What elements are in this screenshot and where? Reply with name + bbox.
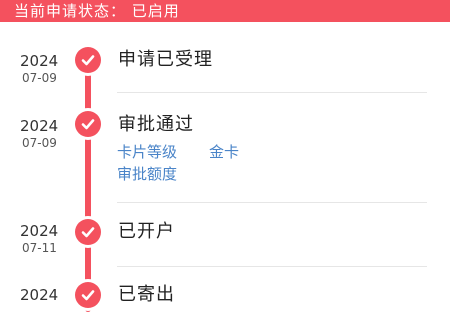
event-title: 已开户 bbox=[118, 221, 175, 242]
timeline-line bbox=[85, 62, 91, 312]
check-circle-icon bbox=[75, 111, 101, 137]
event-year: 2024 bbox=[20, 222, 59, 240]
check-circle-icon bbox=[75, 47, 101, 73]
card-level-value: 金卡 bbox=[209, 143, 240, 161]
divider bbox=[117, 202, 427, 203]
event-title: 已寄出 bbox=[118, 284, 175, 305]
application-status-bar: 当前申请状态： 已启用 bbox=[0, 0, 450, 22]
check-circle-icon bbox=[75, 219, 101, 245]
approved-limit-label: 审批额度 bbox=[117, 165, 178, 183]
event-year: 2024 bbox=[20, 52, 59, 70]
divider bbox=[117, 266, 427, 267]
event-title: 申请已受理 bbox=[118, 49, 213, 70]
divider bbox=[117, 92, 427, 93]
application-timeline: 2024 07-09 申请已受理 2024 07-09 审批通过 卡片等级 金卡… bbox=[0, 22, 450, 312]
event-year: 2024 bbox=[20, 117, 59, 135]
event-date: 07-11 bbox=[22, 241, 57, 255]
event-date: 07-09 bbox=[22, 136, 57, 150]
check-circle-icon bbox=[75, 282, 101, 308]
card-level-label: 卡片等级 bbox=[117, 143, 178, 161]
event-date: 07-09 bbox=[22, 71, 57, 85]
event-title: 审批通过 bbox=[118, 114, 194, 135]
application-status-text: 当前申请状态： 已启用 bbox=[14, 2, 180, 20]
event-year: 2024 bbox=[20, 286, 59, 304]
